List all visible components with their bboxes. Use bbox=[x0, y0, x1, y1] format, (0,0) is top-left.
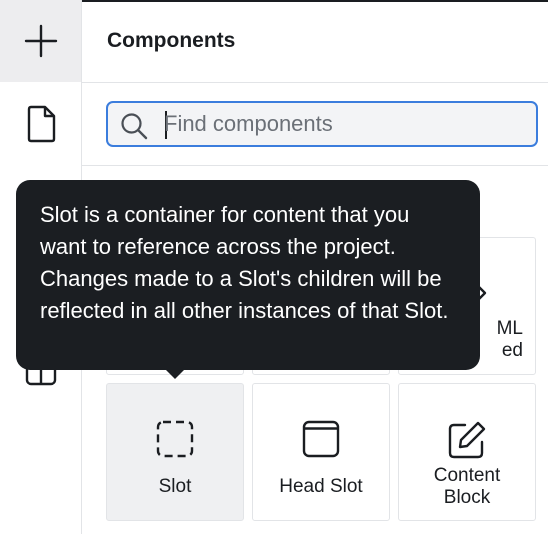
slot-dashed-square-icon bbox=[156, 420, 194, 458]
slot-tile[interactable]: Slot bbox=[106, 383, 244, 521]
content-block-tile[interactable]: Content Block bbox=[398, 383, 536, 521]
plus-icon bbox=[24, 24, 57, 58]
panel-header: Components bbox=[82, 0, 548, 83]
tooltip-text: Slot is a container for content that you… bbox=[40, 202, 449, 323]
search-input[interactable] bbox=[164, 110, 524, 138]
pages-button[interactable] bbox=[0, 100, 81, 148]
slot-tooltip: Slot is a container for content that you… bbox=[16, 180, 480, 370]
panel-title: Components bbox=[107, 29, 236, 52]
tile-label-line: Content bbox=[433, 465, 501, 486]
search-row bbox=[82, 84, 548, 166]
tooltip-arrow bbox=[164, 368, 186, 379]
search-icon bbox=[121, 113, 148, 140]
head-slot-tile[interactable]: Head Slot bbox=[252, 383, 390, 521]
page-icon bbox=[27, 105, 55, 143]
tile-label: Head Slot bbox=[279, 476, 363, 497]
edit-pencil-icon bbox=[448, 421, 486, 459]
add-button[interactable] bbox=[0, 0, 81, 82]
head-slot-icon bbox=[302, 420, 340, 458]
search-box[interactable] bbox=[106, 101, 538, 147]
tile-label-line: Block bbox=[443, 487, 491, 508]
tile-label: Slot bbox=[158, 476, 192, 497]
